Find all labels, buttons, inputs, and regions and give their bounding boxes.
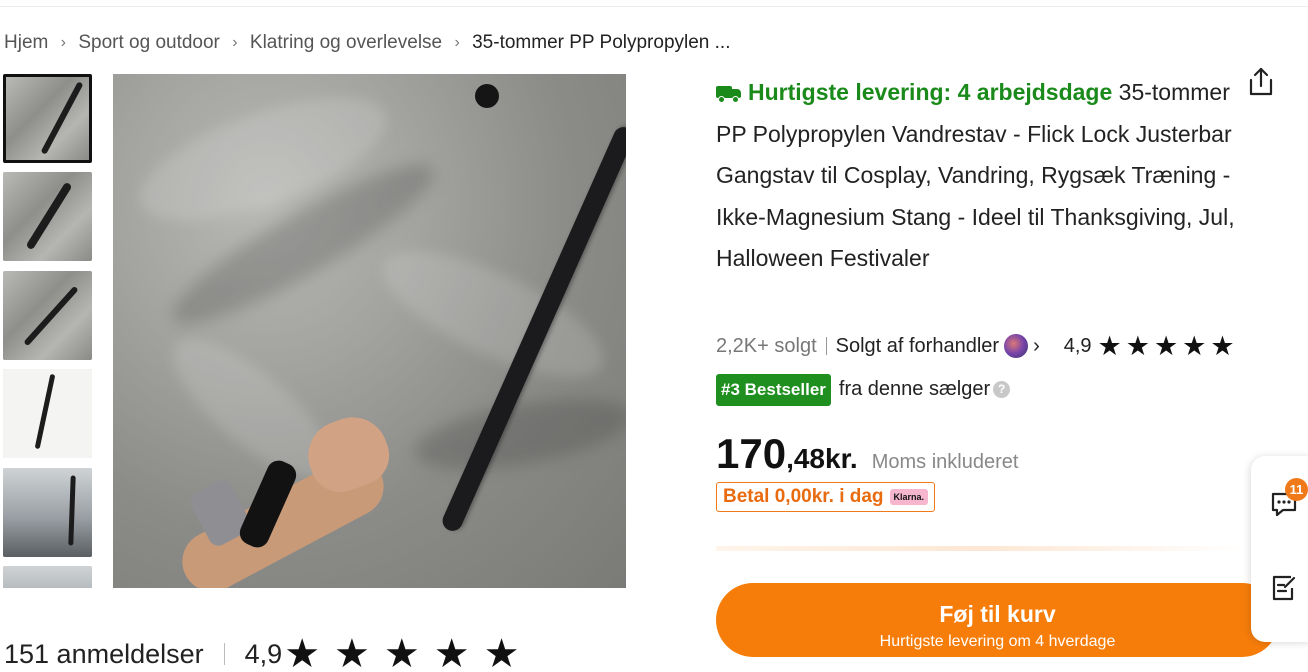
- add-to-cart-sublabel: Hurtigste levering om 4 hverdage: [879, 633, 1116, 650]
- main-product-image[interactable]: [113, 74, 626, 588]
- truck-icon: [716, 84, 742, 103]
- rating-score: 4,9: [1063, 334, 1092, 357]
- vat-note: Moms inkluderet: [871, 451, 1019, 473]
- chevron-right-icon: ›: [232, 34, 238, 51]
- product-title: Hurtigste levering: 4 arbejdsdage 35-tom…: [716, 72, 1236, 280]
- chevron-right-icon: ›: [454, 34, 460, 51]
- product-info: Hurtigste levering: 4 arbejdsdage 35-tom…: [716, 72, 1236, 280]
- product-meta: 2,2K+ solgt Solgt af forhandler › 4,9 ★★…: [716, 331, 1239, 362]
- star-rating-icon: ★★★★★: [284, 632, 534, 672]
- product-title-text: 35-tommer PP Polypropylen Vandrestav - F…: [716, 79, 1235, 271]
- reviews-summary[interactable]: 151 anmeldelser 4,9 ★★★★★: [4, 632, 534, 672]
- reviews-count: 151 anmeldelser: [4, 638, 204, 669]
- edit-note-icon[interactable]: [1271, 574, 1297, 602]
- price-integer: 170: [716, 430, 787, 477]
- notification-badge: 11: [1285, 478, 1308, 501]
- share-icon[interactable]: [1246, 66, 1276, 98]
- seller-link[interactable]: Solgt af forhandler: [836, 335, 999, 358]
- klarna-logo: Klarna.: [889, 489, 929, 505]
- add-to-cart-button[interactable]: Føj til kurv Hurtigste levering om 4 hve…: [716, 583, 1279, 657]
- add-to-cart-label: Føj til kurv: [939, 601, 1056, 627]
- bestseller-text: fra denne sælger: [838, 378, 991, 400]
- klarna-payment-badge[interactable]: Betal 0,00kr. i dag Klarna.: [716, 482, 936, 512]
- thumbnail-6[interactable]: [3, 566, 92, 588]
- thumbnail-4[interactable]: [3, 369, 92, 458]
- breadcrumb-climbing[interactable]: Klatring og overlevelse: [250, 32, 442, 54]
- sold-count: 2,2K+ solgt: [716, 334, 817, 357]
- chevron-right-icon[interactable]: ›: [1033, 335, 1040, 358]
- chevron-right-icon: ›: [60, 34, 66, 51]
- thumbnail-2[interactable]: [3, 172, 92, 261]
- breadcrumb: Hjem › Sport og outdoor › Klatring og ov…: [4, 30, 730, 56]
- bestseller-badge: #3 Bestseller: [716, 373, 831, 406]
- breadcrumb-sport-outdoor[interactable]: Sport og outdoor: [78, 32, 220, 54]
- price-decimal: ,48kr.: [786, 443, 858, 474]
- star-rating-icon[interactable]: ★★★★★: [1098, 331, 1239, 362]
- divider: [716, 546, 1248, 551]
- bestseller-row: #3 Bestseller fra denne sælger ?: [716, 373, 1011, 406]
- floating-side-panel: 11: [1251, 456, 1308, 642]
- seller-avatar[interactable]: [1004, 334, 1029, 358]
- help-icon[interactable]: ?: [993, 381, 1011, 398]
- thumbnail-list: [3, 74, 93, 588]
- reviews-score: 4,9: [244, 638, 283, 669]
- thumbnail-5[interactable]: [3, 468, 92, 557]
- thumbnail-3[interactable]: [3, 271, 92, 360]
- fast-delivery-label: Hurtigste levering: 4 arbejdsdage: [716, 79, 1112, 105]
- breadcrumb-home[interactable]: Hjem: [4, 32, 48, 54]
- breadcrumb-current: 35-tommer PP Polypropylen ...: [472, 32, 731, 53]
- price: 170 ,48kr. Moms inkluderet: [716, 430, 1018, 480]
- thumbnail-1[interactable]: [3, 74, 92, 163]
- top-divider: [0, 6, 1308, 7]
- klarna-text: Betal 0,00kr. i dag: [723, 486, 884, 507]
